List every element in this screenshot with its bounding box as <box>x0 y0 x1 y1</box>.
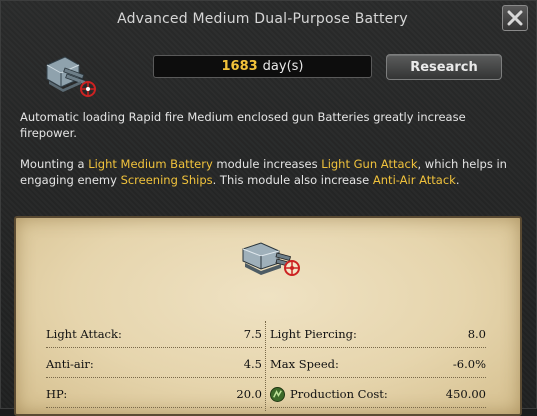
stat-row: Anti-air: 4.5 Max Speed: -6.0% <box>46 351 491 381</box>
days-value: 1683 <box>221 59 258 74</box>
stat-row: Light Attack: 7.5 Light Piercing: 8.0 <box>46 321 491 351</box>
close-icon <box>507 10 523 26</box>
stat-label: Light Piercing: <box>270 327 357 341</box>
window-title: Advanced Medium Dual-Purpose Battery <box>117 11 408 27</box>
stat-label: Light Attack: <box>46 327 122 341</box>
stat-label: HP: <box>46 387 68 401</box>
stat-label: Max Speed: <box>270 357 339 371</box>
tech-window: Advanced Medium Dual-Purpose Battery 168… <box>0 0 537 416</box>
stat-anti-air: Anti-air: 4.5 <box>46 351 262 378</box>
stat-value: 8.0 <box>467 327 486 341</box>
desc-text: . <box>455 172 460 187</box>
research-button[interactable]: Research <box>386 54 502 80</box>
desc-text: module increases <box>212 157 322 171</box>
highlight-light-gun-attack[interactable]: Light Gun Attack <box>321 157 417 171</box>
desc-text: Mounting a <box>20 157 89 171</box>
highlight-anti-air-attack[interactable]: Anti-Air Attack <box>373 173 456 187</box>
highlight-light-medium-battery[interactable]: Light Medium Battery <box>88 157 213 171</box>
stats-table: Light Attack: 7.5 Light Piercing: 8.0 An… <box>46 321 491 411</box>
research-days-display: 1683 day(s) <box>153 55 372 78</box>
desc-text: . This module also increase <box>212 172 373 187</box>
production-cost-icon <box>270 386 285 402</box>
module-gun-icon <box>242 242 300 276</box>
stat-value: 4.5 <box>243 357 262 371</box>
days-unit: day(s) <box>262 59 304 74</box>
title-bar: Advanced Medium Dual-Purpose Battery <box>1 1 537 37</box>
stat-label: Production Cost: <box>290 387 388 401</box>
stat-hp: HP: 20.0 <box>46 381 262 408</box>
stat-value: -6.0% <box>452 357 486 371</box>
stat-row: HP: 20.0 Production Cost: 450.00 <box>46 381 491 411</box>
description-paragraph-1: Automatic loading Rapid fire Medium encl… <box>20 110 466 140</box>
gun-battery-icon <box>46 56 96 97</box>
highlight-screening-ships[interactable]: Screening Ships <box>121 173 213 187</box>
close-button[interactable] <box>502 5 528 31</box>
description-paragraph-2: Mounting a Light Medium Battery module i… <box>20 157 520 188</box>
stat-max-speed: Max Speed: -6.0% <box>270 351 486 378</box>
tech-description: Automatic loading Rapid fire Medium encl… <box>20 110 520 204</box>
stat-value: 7.5 <box>243 327 262 341</box>
stat-value: 450.00 <box>445 387 486 401</box>
stat-production-cost: Production Cost: 450.00 <box>270 381 486 408</box>
stat-value: 20.0 <box>236 387 262 401</box>
stat-light-attack: Light Attack: 7.5 <box>46 321 262 348</box>
stat-light-piercing: Light Piercing: 8.0 <box>270 321 486 348</box>
stat-label: Anti-air: <box>46 357 94 371</box>
